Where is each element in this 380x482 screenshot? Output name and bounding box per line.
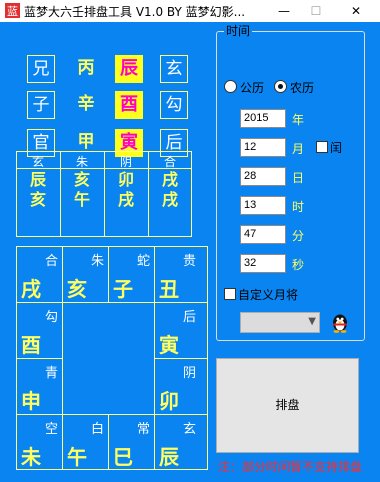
solar-label[interactable]: 公历: [240, 79, 264, 96]
top-grid-general-1: 玄: [160, 55, 188, 83]
day-unit: 日: [292, 171, 305, 185]
course-general-2: 朱: [75, 155, 88, 169]
hour-field[interactable]: 13: [240, 196, 286, 215]
window-title: 蓝梦大六壬排盘工具 V1.0 BY 蓝梦幻影...: [24, 5, 246, 19]
month-field[interactable]: 12: [240, 138, 286, 157]
top-grid-branch-2: 酉: [115, 91, 143, 119]
plate-general-bottom-1: 空: [44, 422, 58, 437]
course-lower-3: 戌: [117, 190, 134, 209]
plate-branch-bottom-4: 辰: [159, 445, 179, 469]
chevron-down-icon: ▼: [308, 316, 316, 327]
plate-general-bottom-2: 白: [90, 422, 104, 437]
app-icon: 蓝: [5, 3, 20, 18]
day-field[interactable]: 28: [240, 167, 286, 186]
plate-general-top-2: 朱: [90, 254, 104, 269]
grid-divider: [16, 302, 208, 303]
svg-text:蓝: 蓝: [7, 5, 18, 18]
plate-branch-bottom-3: 巳: [113, 445, 133, 469]
plate-general-top-3: 蛇: [136, 254, 150, 269]
plate-general-bottom-4: 玄: [182, 422, 196, 437]
top-grid-branch-1: 辰: [115, 55, 143, 83]
leap-month-checkbox[interactable]: [316, 141, 328, 153]
plate-general-left-2: 青: [44, 366, 58, 381]
time-group-title: 时间: [224, 22, 253, 39]
leap-month-label[interactable]: 闰: [330, 139, 342, 156]
course-upper-4: 戌: [161, 170, 178, 189]
course-general-4: 合: [163, 155, 176, 169]
plate-branch-bottom-2: 午: [67, 445, 87, 469]
year-unit: 年: [292, 113, 305, 127]
solar-radio[interactable]: [224, 80, 237, 93]
year-field[interactable]: 2015: [240, 109, 286, 128]
plate-general-top-1: 合: [44, 254, 58, 269]
course-lower-1: 亥: [29, 190, 46, 209]
plate-branch-left-1: 酉: [21, 333, 41, 357]
custom-month-general-label[interactable]: 自定义月将: [238, 286, 298, 303]
plate-branch-top-3: 子: [113, 277, 133, 301]
arrange-button[interactable]: 排盘: [216, 358, 359, 453]
plate-branch-left-2: 申: [21, 389, 41, 413]
plate-branch-top-2: 亥: [67, 277, 87, 301]
minute-unit: 分: [292, 229, 305, 243]
course-upper-1: 辰: [29, 170, 46, 189]
grid-divider: [16, 414, 208, 415]
plate-branch-top-4: 丑: [159, 277, 179, 301]
plate-branch-right-2: 卯: [159, 389, 179, 413]
grid-divider: [16, 358, 62, 359]
top-grid-relation-2: 子: [27, 91, 55, 119]
top-grid-stem-2: 辛: [77, 94, 95, 114]
plate-branch-right-1: 寅: [159, 333, 179, 357]
penguin-icon[interactable]: [330, 311, 350, 333]
top-grid-stem-1: 丙: [77, 58, 95, 78]
second-field[interactable]: 32: [240, 254, 286, 273]
plate-branch-bottom-1: 未: [21, 445, 41, 469]
plate-general-top-4: 贵: [182, 254, 196, 269]
course-general-3: 阴: [119, 155, 132, 169]
grid-divider: [154, 358, 208, 359]
second-unit: 秒: [292, 258, 305, 272]
course-upper-3: 卯: [117, 170, 134, 189]
course-lower-4: 戌: [161, 190, 178, 209]
top-grid-general-2: 勾: [160, 91, 188, 119]
maximize-button[interactable]: ☐: [300, 0, 332, 22]
top-grid-relation-1: 兄: [27, 55, 55, 83]
plate-branch-top-1: 戌: [21, 277, 41, 301]
course-upper-2: 亥: [73, 170, 90, 189]
minimize-button[interactable]: —: [268, 0, 300, 22]
month-unit: 月: [292, 142, 305, 156]
plate-general-right-1: 后: [182, 310, 196, 325]
close-button[interactable]: ✕: [340, 0, 372, 22]
plate-general-left-1: 勾: [44, 310, 58, 325]
title-bar: 蓝 蓝梦大六壬排盘工具 V1.0 BY 蓝梦幻影... — ☐ ✕: [0, 0, 380, 22]
custom-month-general-checkbox[interactable]: [224, 288, 236, 300]
course-lower-2: 午: [73, 190, 90, 209]
lunar-label[interactable]: 农历: [290, 79, 314, 96]
plate-general-right-2: 阴: [182, 366, 196, 381]
month-general-select[interactable]: ▼: [240, 312, 320, 333]
lunar-radio[interactable]: [274, 80, 287, 93]
plate-general-bottom-3: 常: [136, 422, 150, 437]
minute-field[interactable]: 47: [240, 225, 286, 244]
hour-unit: 时: [292, 200, 305, 214]
note-text: 注：部分时间暂不支持排盘: [218, 460, 363, 474]
course-general-1: 玄: [31, 155, 44, 169]
